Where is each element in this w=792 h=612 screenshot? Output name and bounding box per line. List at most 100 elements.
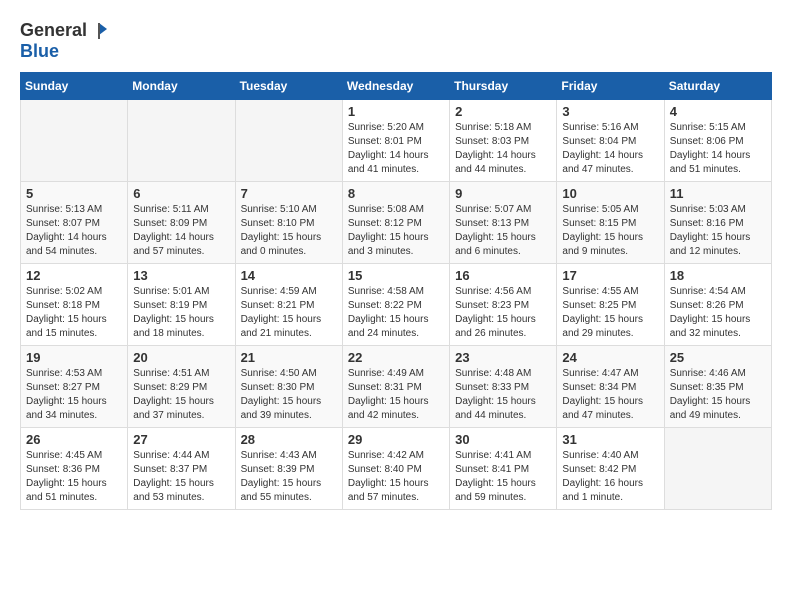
day-number: 15 bbox=[348, 268, 444, 283]
day-number: 24 bbox=[562, 350, 658, 365]
calendar-day-cell: 27 Sunrise: 4:44 AM Sunset: 8:37 PM Dayli… bbox=[128, 428, 235, 510]
day-info: Sunrise: 4:42 AM Sunset: 8:40 PM Dayligh… bbox=[348, 449, 444, 505]
day-of-week-header: Thursday bbox=[450, 73, 557, 100]
day-number: 22 bbox=[348, 350, 444, 365]
day-number: 12 bbox=[26, 268, 122, 283]
day-info: Sunrise: 4:56 AM Sunset: 8:23 PM Dayligh… bbox=[455, 285, 551, 341]
calendar-table: SundayMondayTuesdayWednesdayThursdayFrid… bbox=[20, 72, 772, 510]
day-info: Sunrise: 4:41 AM Sunset: 8:41 PM Dayligh… bbox=[455, 449, 551, 505]
calendar-day-cell: 11 Sunrise: 5:03 AM Sunset: 8:16 PM Dayli… bbox=[664, 182, 771, 264]
day-number: 29 bbox=[348, 432, 444, 447]
calendar-day-cell: 25 Sunrise: 4:46 AM Sunset: 8:35 PM Dayli… bbox=[664, 346, 771, 428]
day-number: 1 bbox=[348, 104, 444, 119]
calendar-day-cell bbox=[664, 428, 771, 510]
calendar-week-row: 12 Sunrise: 5:02 AM Sunset: 8:18 PM Dayli… bbox=[21, 264, 772, 346]
day-info: Sunrise: 5:18 AM Sunset: 8:03 PM Dayligh… bbox=[455, 121, 551, 177]
calendar-day-cell: 29 Sunrise: 4:42 AM Sunset: 8:40 PM Dayli… bbox=[342, 428, 449, 510]
calendar-day-cell: 31Sunrise: 4:40 AM Sunset: 8:42 PM Dayli… bbox=[557, 428, 664, 510]
calendar-day-cell: 28 Sunrise: 4:43 AM Sunset: 8:39 PM Dayli… bbox=[235, 428, 342, 510]
day-of-week-header: Sunday bbox=[21, 73, 128, 100]
day-info: Sunrise: 5:15 AM Sunset: 8:06 PM Dayligh… bbox=[670, 121, 766, 177]
day-number: 16 bbox=[455, 268, 551, 283]
calendar-day-cell: 14 Sunrise: 4:59 AM Sunset: 8:21 PM Dayli… bbox=[235, 264, 342, 346]
calendar-day-cell: 1 Sunrise: 5:20 AM Sunset: 8:01 PM Daylig… bbox=[342, 100, 449, 182]
calendar-week-row: 26 Sunrise: 4:45 AM Sunset: 8:36 PM Dayli… bbox=[21, 428, 772, 510]
day-of-week-header: Wednesday bbox=[342, 73, 449, 100]
day-number: 6 bbox=[133, 186, 229, 201]
calendar-day-cell bbox=[128, 100, 235, 182]
day-info: Sunrise: 4:55 AM Sunset: 8:25 PM Dayligh… bbox=[562, 285, 658, 341]
day-number: 4 bbox=[670, 104, 766, 119]
day-of-week-header: Saturday bbox=[664, 73, 771, 100]
day-number: 25 bbox=[670, 350, 766, 365]
calendar-day-cell: 5 Sunrise: 5:13 AM Sunset: 8:07 PM Daylig… bbox=[21, 182, 128, 264]
calendar-day-cell: 30 Sunrise: 4:41 AM Sunset: 8:41 PM Dayli… bbox=[450, 428, 557, 510]
day-number: 11 bbox=[670, 186, 766, 201]
day-info: Sunrise: 4:48 AM Sunset: 8:33 PM Dayligh… bbox=[455, 367, 551, 423]
calendar-day-cell: 8 Sunrise: 5:08 AM Sunset: 8:12 PM Daylig… bbox=[342, 182, 449, 264]
day-number: 21 bbox=[241, 350, 337, 365]
day-info: Sunrise: 5:16 AM Sunset: 8:04 PM Dayligh… bbox=[562, 121, 658, 177]
day-number: 10 bbox=[562, 186, 658, 201]
day-number: 31 bbox=[562, 432, 658, 447]
calendar-header-row: SundayMondayTuesdayWednesdayThursdayFrid… bbox=[21, 73, 772, 100]
logo: General Blue bbox=[20, 20, 109, 62]
calendar-week-row: 5 Sunrise: 5:13 AM Sunset: 8:07 PM Daylig… bbox=[21, 182, 772, 264]
day-info: Sunrise: 4:50 AM Sunset: 8:30 PM Dayligh… bbox=[241, 367, 337, 423]
day-number: 13 bbox=[133, 268, 229, 283]
day-info: Sunrise: 5:03 AM Sunset: 8:16 PM Dayligh… bbox=[670, 203, 766, 259]
day-info: Sunrise: 5:07 AM Sunset: 8:13 PM Dayligh… bbox=[455, 203, 551, 259]
day-number: 2 bbox=[455, 104, 551, 119]
day-number: 27 bbox=[133, 432, 229, 447]
day-info: Sunrise: 5:11 AM Sunset: 8:09 PM Dayligh… bbox=[133, 203, 229, 259]
calendar-day-cell: 15 Sunrise: 4:58 AM Sunset: 8:22 PM Dayli… bbox=[342, 264, 449, 346]
day-number: 23 bbox=[455, 350, 551, 365]
calendar-day-cell: 20Sunrise: 4:51 AM Sunset: 8:29 PM Dayli… bbox=[128, 346, 235, 428]
day-info: Sunrise: 5:08 AM Sunset: 8:12 PM Dayligh… bbox=[348, 203, 444, 259]
day-info: Sunrise: 4:58 AM Sunset: 8:22 PM Dayligh… bbox=[348, 285, 444, 341]
day-number: 3 bbox=[562, 104, 658, 119]
header: General Blue bbox=[20, 20, 772, 62]
day-of-week-header: Friday bbox=[557, 73, 664, 100]
day-number: 14 bbox=[241, 268, 337, 283]
day-number: 30 bbox=[455, 432, 551, 447]
day-info: Sunrise: 5:01 AM Sunset: 8:19 PM Dayligh… bbox=[133, 285, 229, 341]
day-number: 7 bbox=[241, 186, 337, 201]
day-info: Sunrise: 4:45 AM Sunset: 8:36 PM Dayligh… bbox=[26, 449, 122, 505]
day-info: Sunrise: 4:46 AM Sunset: 8:35 PM Dayligh… bbox=[670, 367, 766, 423]
day-number: 28 bbox=[241, 432, 337, 447]
calendar-day-cell: 4 Sunrise: 5:15 AM Sunset: 8:06 PM Daylig… bbox=[664, 100, 771, 182]
day-info: Sunrise: 4:44 AM Sunset: 8:37 PM Dayligh… bbox=[133, 449, 229, 505]
calendar-day-cell: 19 Sunrise: 4:53 AM Sunset: 8:27 PM Dayli… bbox=[21, 346, 128, 428]
day-info: Sunrise: 5:20 AM Sunset: 8:01 PM Dayligh… bbox=[348, 121, 444, 177]
day-info: Sunrise: 5:02 AM Sunset: 8:18 PM Dayligh… bbox=[26, 285, 122, 341]
day-number: 17 bbox=[562, 268, 658, 283]
calendar-day-cell: 2 Sunrise: 5:18 AM Sunset: 8:03 PM Daylig… bbox=[450, 100, 557, 182]
calendar-day-cell: 6 Sunrise: 5:11 AM Sunset: 8:09 PM Daylig… bbox=[128, 182, 235, 264]
day-number: 18 bbox=[670, 268, 766, 283]
calendar-day-cell: 9Sunrise: 5:07 AM Sunset: 8:13 PM Daylig… bbox=[450, 182, 557, 264]
calendar-day-cell: 13 Sunrise: 5:01 AM Sunset: 8:19 PM Dayli… bbox=[128, 264, 235, 346]
day-info: Sunrise: 5:10 AM Sunset: 8:10 PM Dayligh… bbox=[241, 203, 337, 259]
day-number: 5 bbox=[26, 186, 122, 201]
calendar-week-row: 19 Sunrise: 4:53 AM Sunset: 8:27 PM Dayli… bbox=[21, 346, 772, 428]
calendar-day-cell: 24Sunrise: 4:47 AM Sunset: 8:34 PM Dayli… bbox=[557, 346, 664, 428]
logo-flag-icon bbox=[89, 21, 109, 41]
day-number: 19 bbox=[26, 350, 122, 365]
day-info: Sunrise: 4:53 AM Sunset: 8:27 PM Dayligh… bbox=[26, 367, 122, 423]
day-info: Sunrise: 4:54 AM Sunset: 8:26 PM Dayligh… bbox=[670, 285, 766, 341]
calendar-day-cell: 21 Sunrise: 4:50 AM Sunset: 8:30 PM Dayli… bbox=[235, 346, 342, 428]
day-number: 26 bbox=[26, 432, 122, 447]
calendar-day-cell: 12 Sunrise: 5:02 AM Sunset: 8:18 PM Dayli… bbox=[21, 264, 128, 346]
day-number: 8 bbox=[348, 186, 444, 201]
logo-general: General bbox=[20, 20, 87, 41]
calendar-day-cell: 3 Sunrise: 5:16 AM Sunset: 8:04 PM Daylig… bbox=[557, 100, 664, 182]
day-of-week-header: Monday bbox=[128, 73, 235, 100]
day-info: Sunrise: 5:13 AM Sunset: 8:07 PM Dayligh… bbox=[26, 203, 122, 259]
day-of-week-header: Tuesday bbox=[235, 73, 342, 100]
calendar-day-cell: 23 Sunrise: 4:48 AM Sunset: 8:33 PM Dayli… bbox=[450, 346, 557, 428]
calendar-day-cell: 17 Sunrise: 4:55 AM Sunset: 8:25 PM Dayli… bbox=[557, 264, 664, 346]
day-info: Sunrise: 4:59 AM Sunset: 8:21 PM Dayligh… bbox=[241, 285, 337, 341]
day-info: Sunrise: 5:05 AM Sunset: 8:15 PM Dayligh… bbox=[562, 203, 658, 259]
day-info: Sunrise: 4:43 AM Sunset: 8:39 PM Dayligh… bbox=[241, 449, 337, 505]
